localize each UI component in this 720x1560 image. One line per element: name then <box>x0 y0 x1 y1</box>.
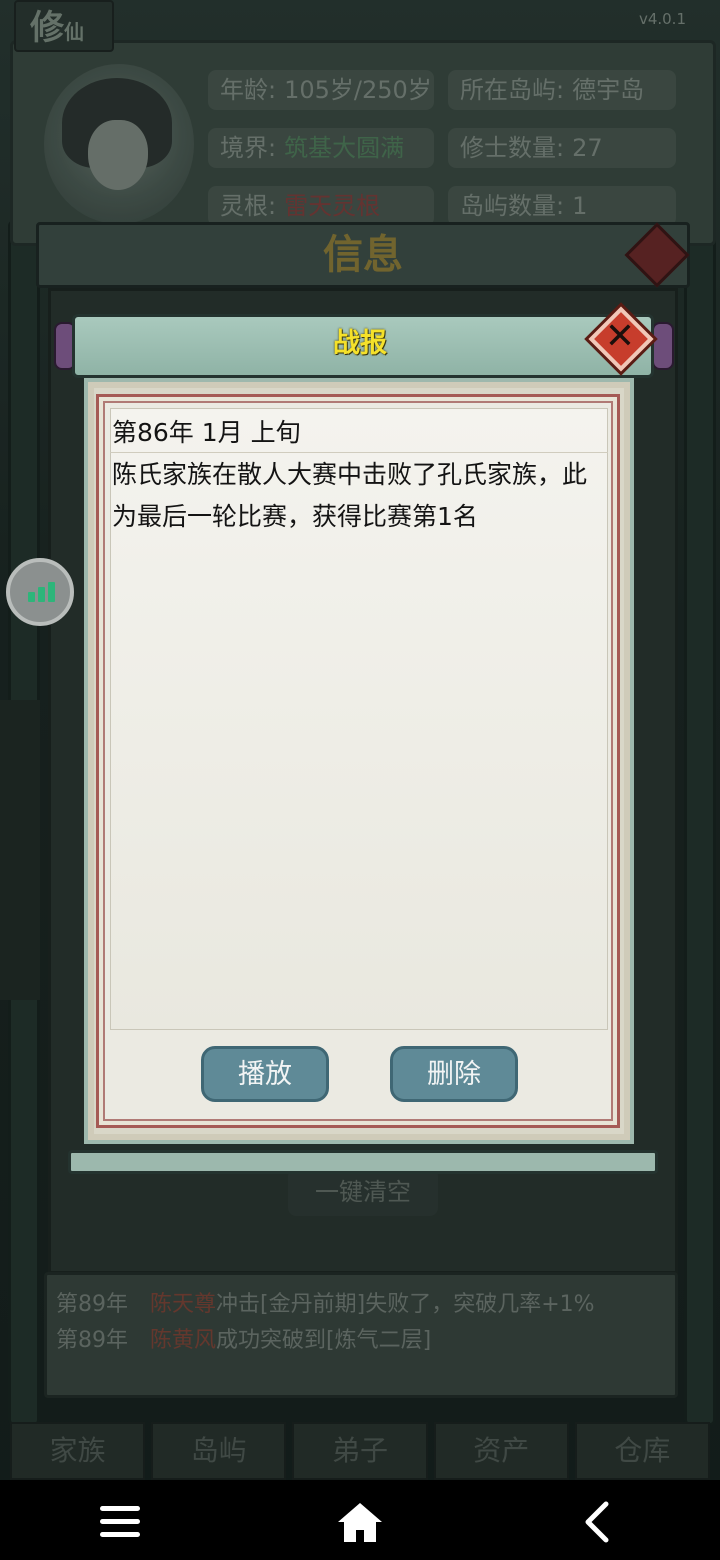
dialog-title: 战报 <box>333 328 387 359</box>
menu-icon[interactable] <box>96 1500 156 1544</box>
dialog-close-button[interactable]: ✕ <box>588 306 654 372</box>
dialog-header-cap-right <box>652 322 674 370</box>
report-body: 陈氏家族在散人大赛中击败了孔氏家族，此为最后一轮比赛，获得比赛第1名 <box>112 460 588 531</box>
delete-button[interactable]: 删除 <box>390 1046 518 1102</box>
home-icon[interactable] <box>334 1500 394 1544</box>
play-button[interactable]: 播放 <box>201 1046 329 1102</box>
back-icon[interactable] <box>576 1500 636 1544</box>
close-x-glyph: ✕ <box>604 316 636 357</box>
report-date: 第86年 1月 上旬 <box>112 418 301 447</box>
floating-signal-button[interactable] <box>6 558 74 626</box>
report-divider <box>110 452 608 453</box>
dialog-bottom-rod <box>68 1150 658 1174</box>
